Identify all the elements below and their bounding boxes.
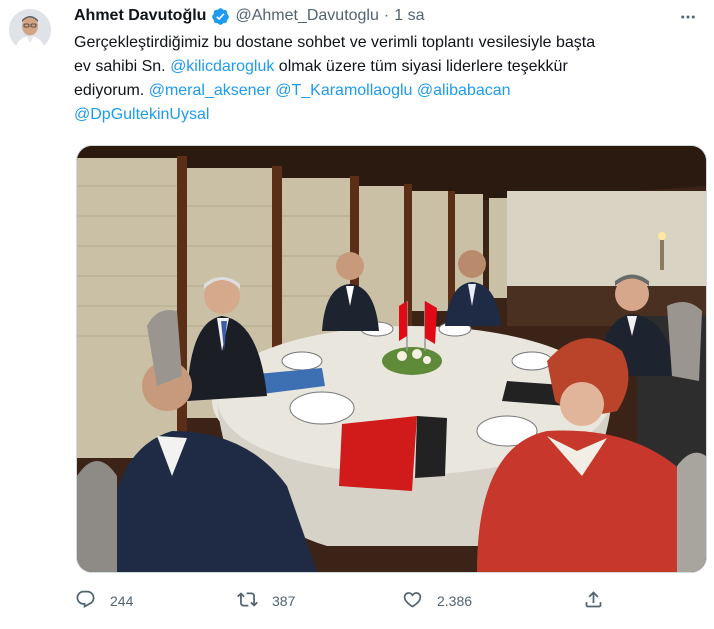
tweet-header: Ahmet Davutoğlu @Ahmet_Davutoglu · 1 sa [74,5,424,27]
like-count: 2.386 [437,593,473,609]
reply-button[interactable]: 244 [75,589,133,613]
text-fragment: ediyorum. [74,82,149,99]
reply-icon [75,589,96,613]
retweet-button[interactable]: 387 [237,589,295,613]
mention-link[interactable]: @kilicdarogluk [170,58,274,75]
separator-dot: · [383,7,390,24]
avatar[interactable] [9,9,51,51]
author-handle[interactable]: @Ahmet_Davutoglu [235,7,378,25]
mention-link[interactable]: @alibabacan [417,82,511,99]
mention-link[interactable]: @T_Karamollaoglu [275,82,412,99]
retweet-count: 387 [272,593,296,609]
text-fragment: olmak üzere tüm siyasi liderlere teşekkü… [274,58,568,75]
tweet-text-line-4: @DpGultekinUysal [74,103,634,127]
reply-count: 244 [110,593,134,609]
retweet-icon [237,589,258,613]
share-button[interactable] [583,589,604,613]
mention-link[interactable]: @DpGultekinUysal [74,106,209,123]
author-name[interactable]: Ahmet Davutoğlu [74,7,206,25]
heart-icon [402,589,423,613]
like-button[interactable]: 2.386 [402,589,472,613]
tweet-actions: 244 387 2.386 [75,589,615,613]
tweet: Ahmet Davutoğlu @Ahmet_Davutoglu · 1 sa … [0,0,714,629]
share-icon [583,589,604,613]
tweet-text-line-3: ediyorum. @meral_aksener @T_Karamollaogl… [74,79,634,103]
tweet-text-line-1: Gerçekleştirdiğimiz bu dostane sohbet ve… [74,34,596,51]
tweet-timestamp[interactable]: 1 sa [394,7,424,25]
verified-badge-icon [211,7,230,26]
tweet-photo[interactable] [76,145,707,573]
tweet-text-line-2: ev sahibi Sn. @kilicdarogluk olmak üzere… [74,55,634,79]
text-fragment: ev sahibi Sn. [74,58,171,75]
mention-link[interactable]: @meral_aksener [149,82,271,99]
more-dots-icon[interactable] [678,7,698,27]
tweet-text: Gerçekleştirdiğimiz bu dostane sohbet ve… [74,31,634,127]
